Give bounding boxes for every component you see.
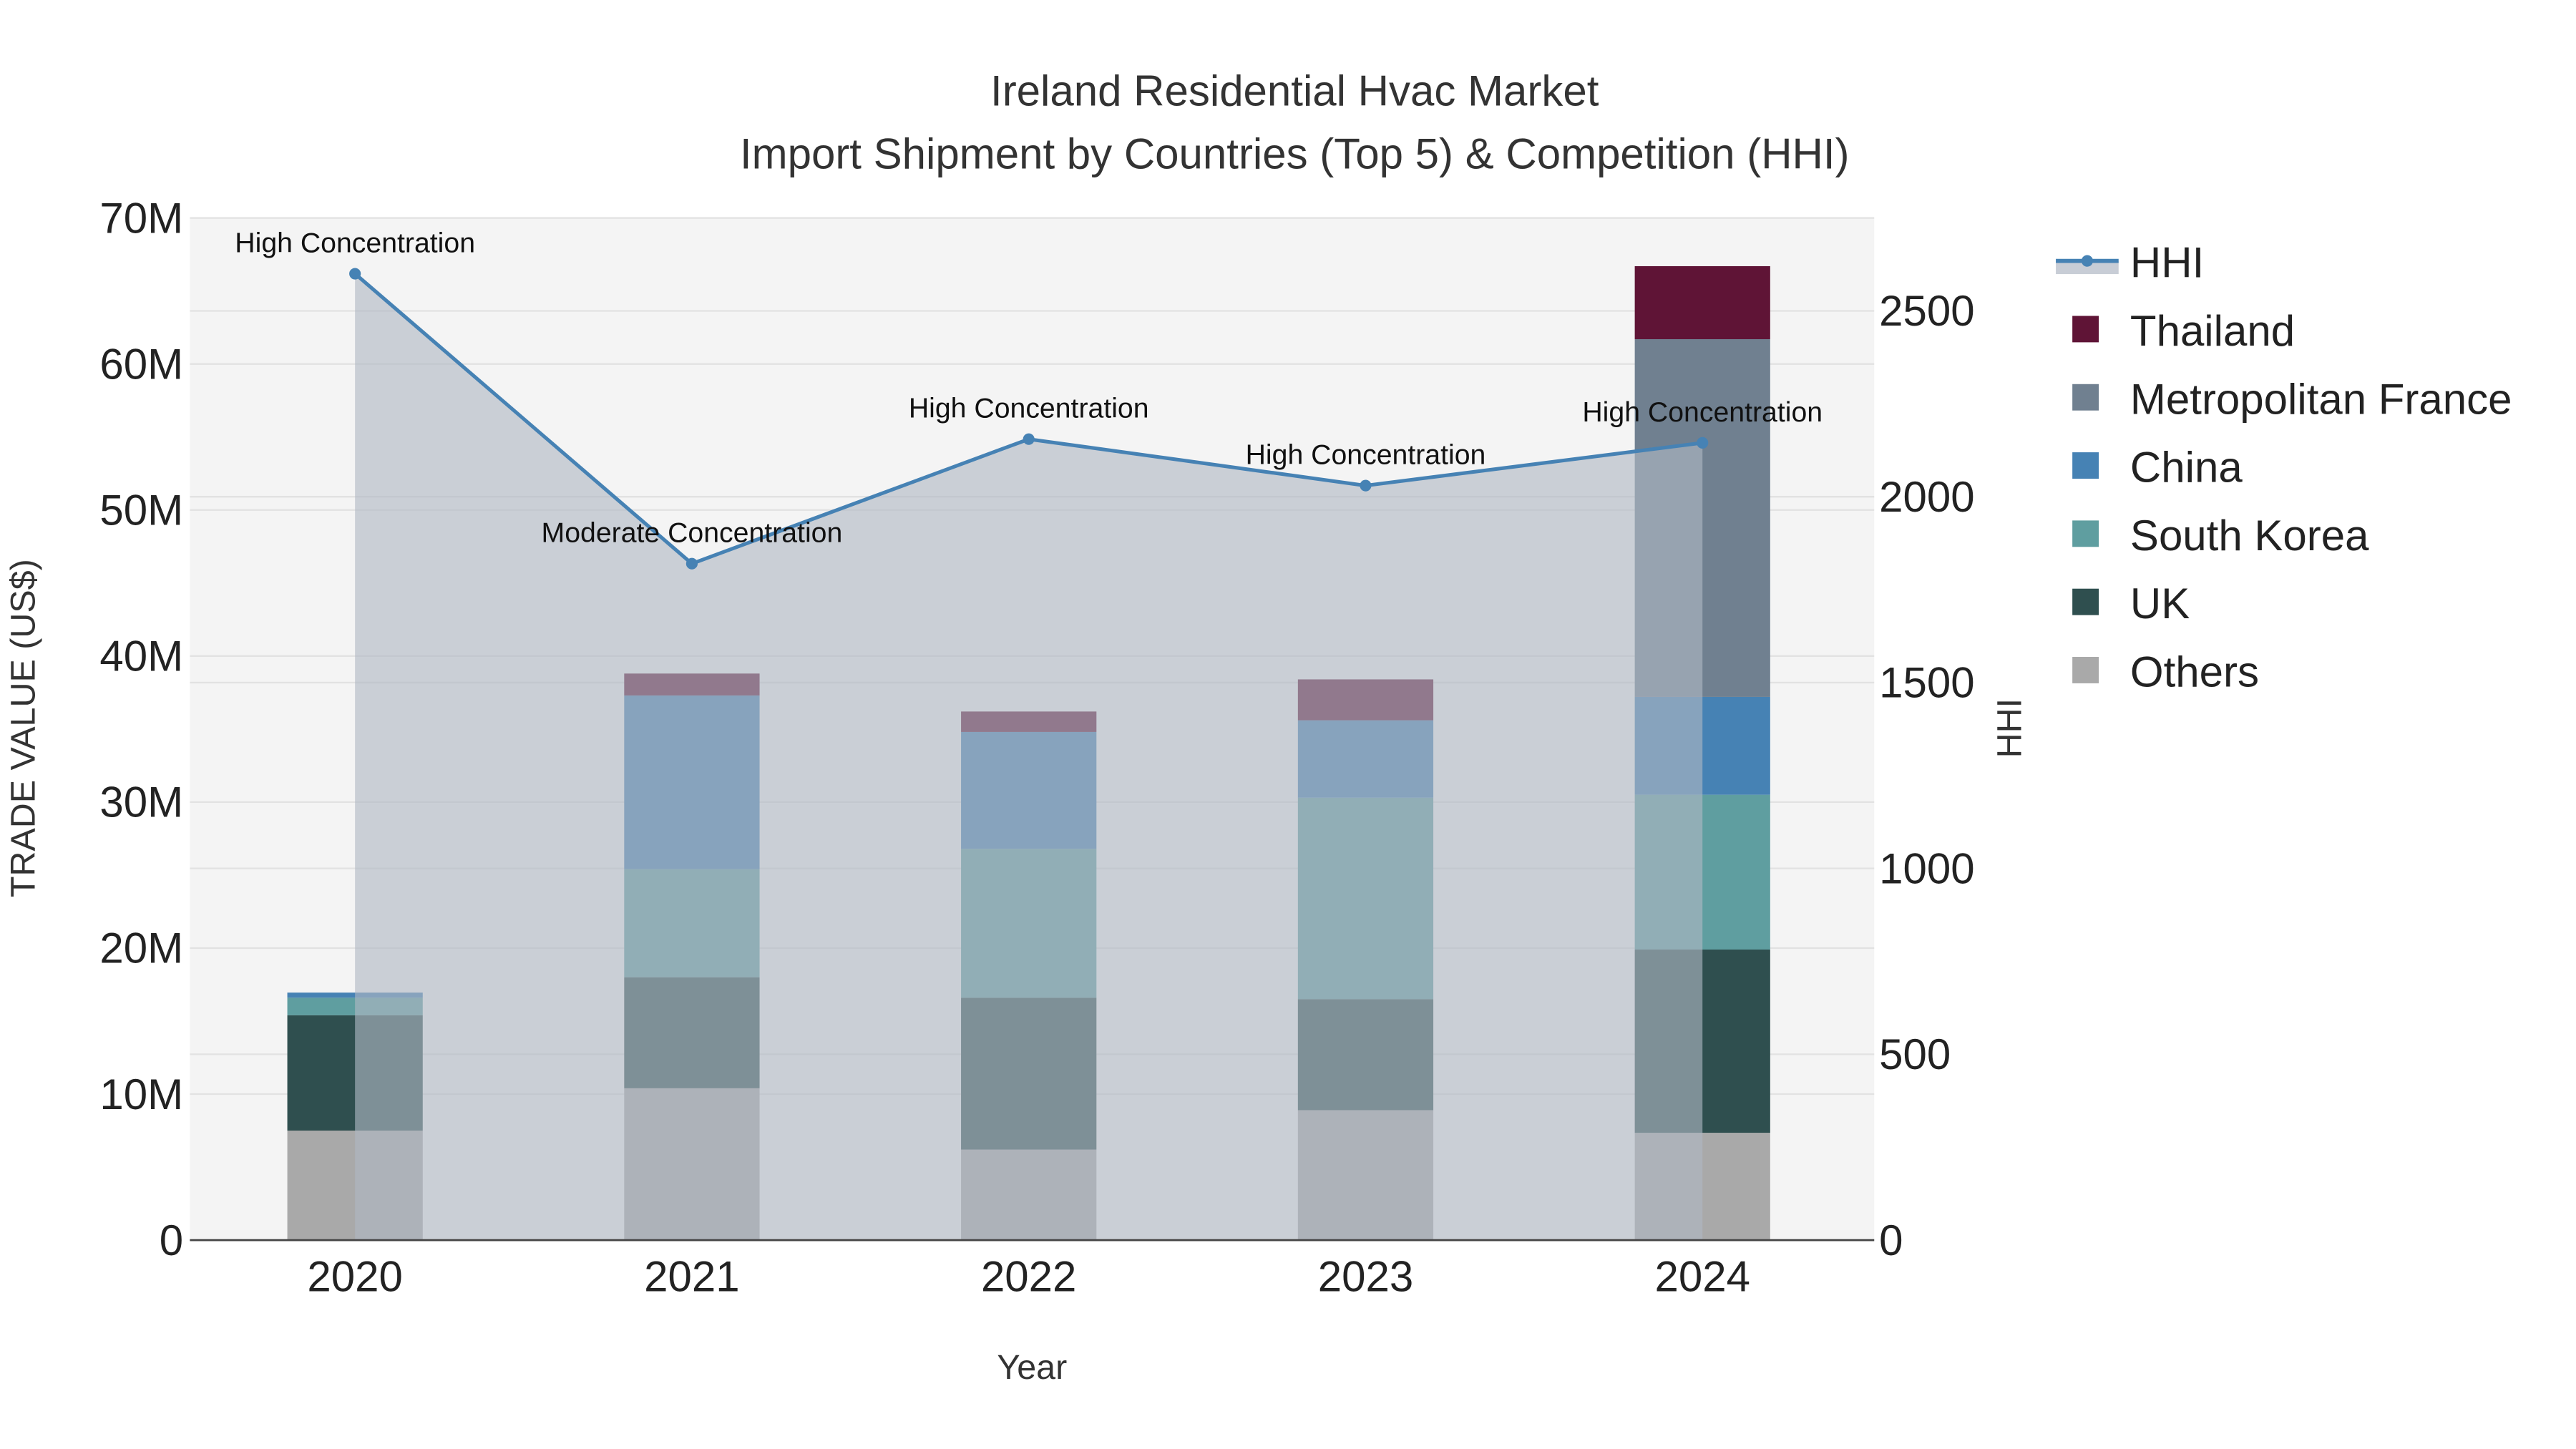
legend-swatch-uk [2072, 588, 2099, 615]
y2-tick-label: 1500 [1879, 659, 1974, 707]
legend-label: HHI [2130, 239, 2204, 287]
y2-tick-label: 2000 [1879, 473, 1974, 521]
legend-swatch-others [2072, 657, 2099, 683]
legend-label: South Korea [2130, 512, 2369, 560]
chart-subtitle: Import Shipment by Countries (Top 5) & C… [740, 130, 1850, 177]
y2-tick-label: 2500 [1879, 287, 1974, 335]
x-tick-label: 2021 [644, 1253, 739, 1301]
y-tick-label: 60M [99, 340, 183, 388]
y2-axis-label: HHI [1991, 698, 2029, 758]
y-axis-label: TRADE VALUE (US$) [4, 559, 42, 897]
legend-swatch-china [2072, 452, 2099, 479]
legend-swatch-south-korea [2072, 520, 2099, 547]
chart-title: Ireland Residential Hvac Market [990, 67, 1599, 115]
y-tick-label: 30M [99, 779, 183, 826]
hhi-annotation: High Concentration [1246, 439, 1486, 471]
x-tick-label: 2024 [1654, 1253, 1750, 1301]
x-axis-label: Year [997, 1348, 1067, 1387]
chart: High Concentration Moderate Concentration… [4, 67, 2512, 1387]
y-tick-label: 10M [99, 1070, 183, 1118]
hhi-point [686, 557, 698, 570]
legend-label: Others [2130, 648, 2259, 696]
hhi-annotation: Moderate Concentration [542, 517, 843, 549]
y2-tick-label: 500 [1879, 1030, 1951, 1078]
legend-label: China [2130, 444, 2243, 492]
x-tick-label: 2020 [307, 1253, 402, 1301]
hhi-annotation: High Concentration [235, 228, 475, 259]
legend-swatch-hhi-marker [2081, 255, 2093, 267]
y2-tick-label: 1000 [1879, 844, 1974, 892]
legend-swatch-thailand [2072, 316, 2099, 343]
y-tick-label: 50M [99, 487, 183, 535]
y2-tick-label: 0 [1879, 1216, 1903, 1264]
x-tick-label: 2023 [1318, 1253, 1413, 1301]
x-tick-label: 2022 [981, 1253, 1076, 1301]
hhi-point [1023, 433, 1035, 445]
y-tick-label: 20M [99, 924, 183, 972]
y-tick-label: 0 [160, 1216, 183, 1264]
legend-label: UK [2130, 580, 2190, 628]
hhi-point [1360, 479, 1372, 492]
hhi-annotation: High Concentration [909, 393, 1149, 424]
y-tick-label: 70M [99, 194, 183, 242]
hhi-point [349, 268, 361, 280]
bar-thailand [1634, 265, 1770, 339]
legend-label: Metropolitan France [2130, 375, 2512, 423]
y-tick-label: 40M [99, 633, 183, 680]
hhi-annotation: High Concentration [1582, 396, 1823, 428]
legend-label: Thailand [2130, 307, 2295, 355]
hhi-point [1697, 436, 1709, 449]
legend-swatch-metropolitan-france [2072, 384, 2099, 411]
